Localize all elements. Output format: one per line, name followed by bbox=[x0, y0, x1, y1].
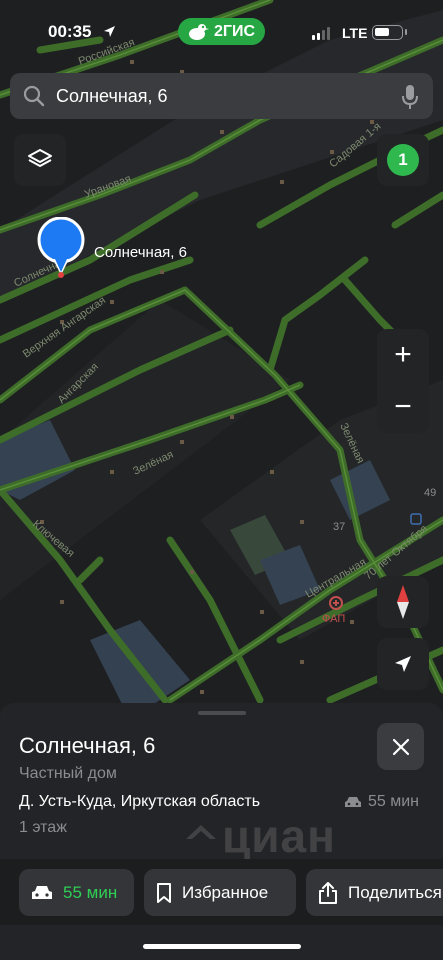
route-button[interactable]: 55 мин bbox=[19, 869, 134, 916]
compass-icon bbox=[397, 585, 409, 619]
pin-label: Солнечная, 6 bbox=[94, 244, 187, 261]
my-location-button[interactable] bbox=[377, 638, 429, 690]
results-counter-button[interactable]: 1 bbox=[377, 134, 429, 186]
search-bar[interactable]: Солнечная, 6 bbox=[10, 73, 433, 119]
share-button-label: Поделиться bbox=[348, 882, 442, 902]
search-icon bbox=[23, 85, 45, 107]
signal-icon bbox=[312, 27, 330, 40]
layers-icon bbox=[28, 149, 52, 167]
action-bar: 55 мин Избранное Поделиться bbox=[0, 859, 443, 925]
favorite-button[interactable]: Избранное bbox=[144, 869, 296, 916]
zoom-out-button[interactable]: − bbox=[377, 381, 429, 433]
microphone-icon[interactable] bbox=[401, 84, 419, 110]
layers-button[interactable] bbox=[14, 134, 66, 186]
status-time: 00:35 bbox=[48, 22, 92, 41]
place-title: Солнечная, 6 bbox=[19, 733, 156, 758]
compass-button[interactable] bbox=[377, 576, 429, 628]
share-button[interactable]: Поделиться bbox=[306, 869, 443, 916]
location-pin-icon[interactable] bbox=[37, 217, 85, 279]
place-floors: 1 этаж bbox=[19, 819, 67, 836]
location-arrow-icon bbox=[395, 656, 411, 672]
search-input[interactable]: Солнечная, 6 bbox=[56, 86, 168, 107]
2gis-logo-icon bbox=[188, 23, 209, 40]
results-count-badge: 1 bbox=[387, 144, 419, 176]
close-icon bbox=[392, 738, 409, 755]
favorite-button-label: Избранное bbox=[182, 882, 269, 902]
location-arrow-icon bbox=[104, 26, 115, 37]
home-indicator[interactable] bbox=[143, 944, 301, 949]
route-button-label: 55 мин bbox=[63, 882, 118, 902]
brand-badge: 2ГИС bbox=[178, 18, 265, 45]
network-type: LTE bbox=[342, 25, 368, 41]
cian-logo-icon bbox=[186, 825, 216, 839]
close-button[interactable] bbox=[377, 723, 424, 770]
watermark-brand: циан bbox=[222, 810, 336, 862]
car-icon bbox=[32, 886, 52, 899]
battery-icon bbox=[372, 25, 407, 40]
house-number: 49 bbox=[424, 487, 436, 499]
place-type: Частный дом bbox=[19, 765, 117, 782]
car-icon bbox=[345, 797, 361, 807]
brand-logo-text: 2ГИС bbox=[213, 22, 256, 40]
zoom-controls: + − bbox=[377, 329, 429, 433]
bookmark-icon bbox=[157, 882, 171, 903]
status-bar: 00:35 2ГИС LTE bbox=[0, 0, 443, 62]
house-number: 37 bbox=[333, 521, 345, 533]
poi-label: ФАП bbox=[322, 613, 345, 625]
share-icon bbox=[319, 881, 337, 904]
zoom-in-button[interactable]: + bbox=[377, 329, 429, 381]
sheet-grabber[interactable] bbox=[198, 711, 246, 715]
